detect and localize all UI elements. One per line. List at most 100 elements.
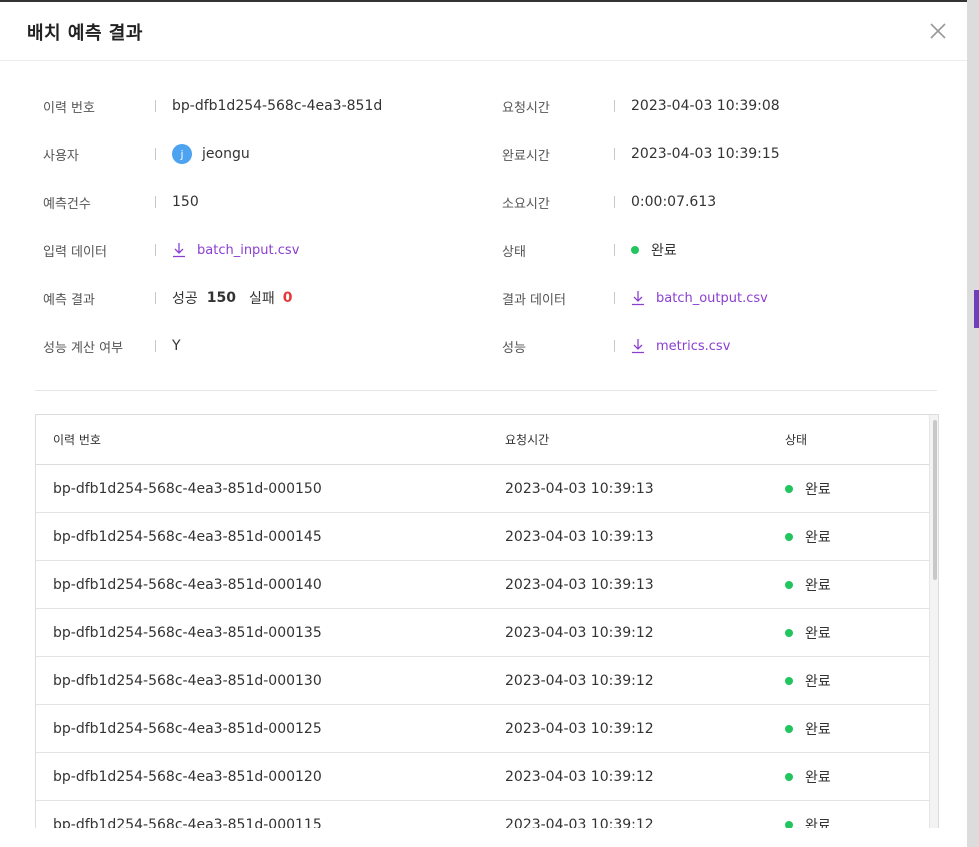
status-label: 상태: [502, 244, 526, 260]
status-dot-icon: [785, 676, 793, 685]
table-body: bp-dfb1d254-568c-4ea3-851d-000150 2023-04…: [36, 465, 938, 828]
info-row-performance-calc: 성능 계산 여부 Y: [0, 336, 181, 356]
row-status-text: 완료: [805, 625, 831, 642]
row-history-id: bp-dfb1d254-568c-4ea3-851d-000120: [53, 768, 322, 785]
result-data-label: 결과 데이터: [502, 292, 566, 308]
info-row-status: 상태 완료: [502, 240, 677, 260]
row-status: 완료: [785, 815, 925, 829]
row-status-text: 완료: [805, 481, 831, 498]
status-dot-icon: [785, 820, 793, 828]
table-header: 이력 번호 요청시간 상태: [36, 415, 938, 465]
input-data-filename: batch_input.csv: [197, 242, 300, 258]
info-row-user: 사용자 j jeongu: [0, 144, 250, 164]
table-row[interactable]: bp-dfb1d254-568c-4ea3-851d-000140 2023-04…: [36, 561, 938, 609]
row-status-text: 완료: [805, 817, 831, 829]
separator: [614, 244, 615, 256]
result-data-link[interactable]: batch_output.csv: [631, 290, 768, 306]
table-row[interactable]: bp-dfb1d254-568c-4ea3-851d-000115 2023-04…: [36, 801, 938, 828]
status-dot-icon: [785, 628, 793, 637]
separator: [614, 196, 615, 208]
performance-label: 성능: [502, 340, 526, 356]
elapsed-time-value: 0:00:07.613: [631, 194, 717, 210]
divider: [35, 390, 937, 391]
download-icon: [632, 291, 644, 306]
fail-count: 0: [282, 290, 293, 306]
close-icon[interactable]: [927, 20, 949, 42]
info-row-elapsed-time: 소요시간 0:00:07.613: [502, 192, 716, 212]
row-status-text: 완료: [805, 673, 831, 690]
download-icon: [632, 339, 644, 354]
user-label: 사용자: [43, 148, 79, 164]
status-dot-icon: [785, 772, 793, 781]
row-status-text: 완료: [805, 721, 831, 738]
performance-calc-value: Y: [172, 338, 181, 354]
success-label: 성공: [172, 291, 198, 307]
predict-count-value: 150: [172, 194, 199, 210]
batch-result-modal: 배치 예측 결과 이력 번호 bp-dfb1d254-568c-4ea3-851…: [0, 0, 967, 847]
download-icon: [173, 243, 185, 258]
row-request-time: 2023-04-03 10:39:13: [505, 528, 654, 545]
complete-time-label: 완료시간: [502, 148, 550, 164]
predict-count-label: 예측건수: [43, 196, 91, 212]
status-dot-icon: [785, 580, 793, 589]
row-history-id: bp-dfb1d254-568c-4ea3-851d-000125: [53, 720, 322, 737]
input-data-link[interactable]: batch_input.csv: [172, 242, 299, 258]
row-history-id: bp-dfb1d254-568c-4ea3-851d-000115: [53, 816, 322, 829]
status-value: 완료: [651, 243, 677, 259]
modal-title: 배치 예측 결과: [27, 23, 143, 44]
elapsed-time-label: 소요시간: [502, 196, 550, 212]
avatar: j: [172, 144, 192, 164]
separator: [155, 244, 156, 256]
table-row[interactable]: bp-dfb1d254-568c-4ea3-851d-000145 2023-04…: [36, 513, 938, 561]
info-row-predict-count: 예측건수 150: [0, 192, 199, 212]
header-history-id: 이력 번호: [53, 433, 101, 447]
row-status: 완료: [785, 479, 925, 499]
performance-filename: metrics.csv: [656, 338, 731, 354]
performance-calc-label: 성능 계산 여부: [43, 340, 124, 356]
table-scrollbar[interactable]: [929, 415, 938, 828]
table-row[interactable]: bp-dfb1d254-568c-4ea3-851d-000120 2023-04…: [36, 753, 938, 801]
info-row-complete-time: 완료시간 2023-04-03 10:39:15: [502, 144, 780, 164]
info-row-input-data: 입력 데이터 batch_input.csv: [0, 240, 299, 260]
info-row-performance: 성능 metrics.csv: [502, 336, 730, 356]
row-status: 완료: [785, 767, 925, 787]
row-status: 완료: [785, 527, 925, 547]
row-status-text: 완료: [805, 769, 831, 786]
separator: [155, 196, 156, 208]
row-request-time: 2023-04-03 10:39:12: [505, 816, 654, 829]
complete-time-value: 2023-04-03 10:39:15: [631, 146, 780, 162]
fail-label: 실패: [249, 291, 275, 307]
separator: [614, 292, 615, 304]
table-row[interactable]: bp-dfb1d254-568c-4ea3-851d-000125 2023-04…: [36, 705, 938, 753]
row-request-time: 2023-04-03 10:39:12: [505, 768, 654, 785]
row-status: 완료: [785, 623, 925, 643]
separator: [155, 148, 156, 160]
separator: [614, 100, 615, 112]
history-table: 이력 번호 요청시간 상태 bp-dfb1d254-568c-4ea3-851d…: [35, 414, 939, 828]
row-status-text: 완료: [805, 577, 831, 594]
info-row-request-time: 요청시간 2023-04-03 10:39:08: [502, 96, 780, 116]
table-row[interactable]: bp-dfb1d254-568c-4ea3-851d-000135 2023-04…: [36, 609, 938, 657]
request-time-label: 요청시간: [502, 100, 550, 116]
performance-link[interactable]: metrics.csv: [631, 338, 730, 354]
table-row[interactable]: bp-dfb1d254-568c-4ea3-851d-000130 2023-04…: [36, 657, 938, 705]
scrollbar-thumb[interactable]: [933, 420, 937, 580]
row-history-id: bp-dfb1d254-568c-4ea3-851d-000130: [53, 672, 322, 689]
background-accent-bar: [974, 290, 979, 328]
separator: [155, 340, 156, 352]
separator: [614, 340, 615, 352]
row-history-id: bp-dfb1d254-568c-4ea3-851d-000150: [53, 480, 322, 497]
status-dot-icon: [785, 724, 793, 733]
user-name: jeongu: [202, 146, 250, 162]
history-id-value: bp-dfb1d254-568c-4ea3-851d: [172, 98, 383, 114]
predict-result-label: 예측 결과: [43, 292, 95, 308]
modal-header: 배치 예측 결과: [0, 2, 967, 61]
separator: [155, 292, 156, 304]
row-status-text: 완료: [805, 529, 831, 546]
row-request-time: 2023-04-03 10:39:12: [505, 672, 654, 689]
info-row-predict-result: 예측 결과 성공 150 실패 0: [0, 288, 293, 308]
status-dot-icon: [785, 484, 793, 493]
row-request-time: 2023-04-03 10:39:13: [505, 480, 654, 497]
info-row-history-id: 이력 번호 bp-dfb1d254-568c-4ea3-851d: [0, 96, 382, 116]
table-row[interactable]: bp-dfb1d254-568c-4ea3-851d-000150 2023-04…: [36, 465, 938, 513]
